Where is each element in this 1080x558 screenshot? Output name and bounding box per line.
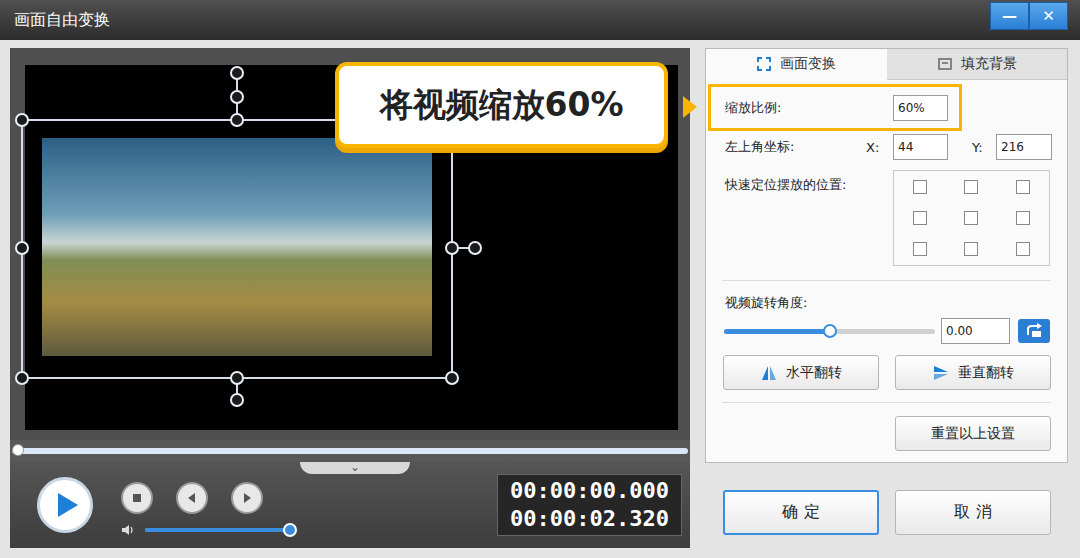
- callout-arrow: [683, 96, 697, 118]
- current-time: 00:00:00.000: [510, 477, 669, 505]
- progress-track[interactable]: [12, 448, 688, 454]
- position-checkbox[interactable]: [964, 242, 978, 256]
- position-label: 左上角坐标:: [725, 138, 866, 156]
- position-checkbox[interactable]: [1016, 211, 1030, 225]
- position-checkbox[interactable]: [913, 180, 927, 194]
- video-frame[interactable]: [42, 138, 432, 356]
- rotation-input[interactable]: 0.00: [941, 318, 1010, 344]
- next-frame-button[interactable]: [231, 482, 263, 514]
- rotation-row: 0.00: [706, 318, 1067, 344]
- previous-frame-button[interactable]: [176, 482, 208, 514]
- flip-button[interactable]: 水平翻转: [723, 355, 879, 390]
- stop-button[interactable]: [121, 482, 153, 514]
- rotate-button[interactable]: [1018, 319, 1050, 343]
- settings-panel: 画面变换填充背景缩放比例:60% 左上角坐标:X:44 Y:216 快速定位摆放的位置…: [705, 48, 1068, 463]
- transform-dialog: 画面自由变换 —✕ ⌄ 00:00:00.00000:00:02.320 画面变换填充背…: [0, 0, 1080, 558]
- play-icon: [54, 491, 80, 519]
- quick-place-row: 快速定位摆放的位置:: [706, 170, 1067, 266]
- annotation-callout: 将视频缩放60%: [335, 62, 668, 148]
- quick-place-label: 快速定位摆放的位置:: [725, 170, 893, 194]
- window-control-button[interactable]: ✕: [1029, 2, 1068, 30]
- tab[interactable]: 填充背景: [887, 49, 1068, 80]
- tab[interactable]: 画面变换: [706, 49, 887, 80]
- settings-column: 画面变换填充背景缩放比例:60% 左上角坐标:X:44 Y:216 快速定位摆放的位置…: [700, 40, 1080, 558]
- position-checkbox[interactable]: [1016, 180, 1030, 194]
- progress-knob[interactable]: [12, 444, 24, 456]
- dialog-actions: 确 定取 消: [705, 490, 1068, 535]
- scale-label: 缩放比例:: [725, 99, 893, 117]
- position-checkbox[interactable]: [1016, 242, 1030, 256]
- next-icon: [240, 491, 254, 505]
- tab-bar: 画面变换填充背景: [706, 49, 1067, 80]
- rotation-label: 视频旋转角度:: [706, 294, 1067, 312]
- background-icon: [937, 56, 953, 72]
- position-checkbox[interactable]: [964, 211, 978, 225]
- window-control-button[interactable]: —: [990, 2, 1029, 30]
- x-input[interactable]: 44: [893, 134, 948, 160]
- expand-toggle[interactable]: ⌄: [300, 462, 410, 474]
- flip-row: 水平翻转垂直翻转: [706, 355, 1067, 390]
- scale-row: 缩放比例:60%: [708, 84, 962, 131]
- position-checkbox[interactable]: [964, 180, 978, 194]
- stop-icon: [130, 491, 144, 505]
- window-controls: —✕: [990, 2, 1068, 30]
- volume-slider[interactable]: [145, 528, 290, 532]
- horizontal-flip-icon: [760, 365, 778, 381]
- rotation-slider[interactable]: [724, 329, 935, 334]
- y-label: Y:: [972, 140, 996, 155]
- position-row: 左上角坐标:X:44 Y:216: [706, 134, 1067, 160]
- dialog-button[interactable]: 取 消: [895, 490, 1051, 535]
- scale-input[interactable]: 60%: [893, 95, 948, 121]
- volume-icon: [121, 524, 135, 536]
- position-checkbox[interactable]: [913, 242, 927, 256]
- y-input[interactable]: 216: [996, 134, 1052, 160]
- dialog-button[interactable]: 确 定: [723, 490, 879, 535]
- time-display: 00:00:00.00000:00:02.320: [497, 474, 682, 536]
- playback-controls: ⌄ 00:00:00.00000:00:02.320: [10, 462, 690, 548]
- transform-icon: [756, 56, 772, 72]
- position-checkbox[interactable]: [913, 211, 927, 225]
- position-grid: [893, 170, 1050, 266]
- window-title: 画面自由变换: [0, 0, 110, 31]
- progress-strip: [10, 440, 690, 462]
- total-time: 00:00:02.320: [510, 505, 669, 533]
- reset-button[interactable]: 重置以上设置: [895, 416, 1051, 451]
- title-bar: 画面自由变换 —✕: [0, 0, 1080, 40]
- flip-button[interactable]: 垂直翻转: [895, 355, 1051, 390]
- rotate-icon: [1024, 323, 1044, 339]
- previous-icon: [185, 491, 199, 505]
- x-label: X:: [866, 140, 893, 155]
- vertical-flip-icon: [932, 365, 950, 381]
- play-button[interactable]: [37, 477, 93, 533]
